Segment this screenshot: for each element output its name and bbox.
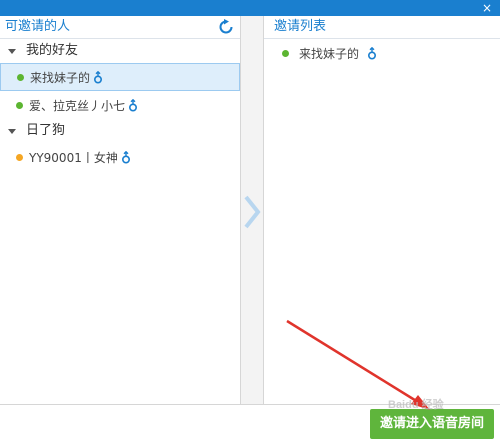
invitable-people-panel: 可邀请的人 我的好友 来找妹子的 爱、拉克丝丿小七 日了狗 YY90001丨女神 [0,16,241,404]
male-icon [94,70,103,84]
contact-row[interactable]: YY90001丨女神 [0,143,240,171]
group-label: 我的好友 [26,43,79,58]
contact-name: 爱、拉克丝丿小七 [29,98,126,113]
online-status-icon [16,101,23,109]
triangle-down-icon [8,49,16,54]
chevron-right-icon[interactable] [243,194,261,230]
contact-name: YY90001丨女神 [29,150,118,165]
invited-contact-row[interactable]: 来找妹子的 [264,39,500,67]
group-label: 日了狗 [26,123,66,138]
panel-header: 邀请列表 [264,16,500,39]
panel-header: 可邀请的人 [0,16,240,39]
panel-title: 邀请列表 [274,19,327,34]
online-status-icon [282,49,289,57]
title-bar: × [0,0,500,16]
contact-row[interactable]: 来找妹子的 [0,63,240,91]
contact-row[interactable]: 爱、拉克丝丿小七 [0,91,240,119]
male-icon [121,150,130,164]
watermark: Baidu 经验 [388,399,444,411]
close-icon[interactable]: × [482,1,492,15]
away-status-icon [16,153,23,161]
group-ri-le-gou[interactable]: 日了狗 [0,119,240,143]
contact-name: 来找妹子的 [299,46,360,61]
online-status-icon [17,73,24,81]
refresh-icon[interactable] [218,19,234,35]
male-icon [129,98,138,112]
triangle-down-icon [8,129,16,134]
invite-list-panel: 邀请列表 来找妹子的 [264,16,500,404]
panel-title: 可邀请的人 [5,19,71,34]
invite-to-voice-room-button[interactable]: 邀请进入语音房间 [370,409,494,439]
contact-name: 来找妹子的 [30,70,91,85]
transfer-strip [241,16,264,404]
group-my-friends[interactable]: 我的好友 [0,39,240,63]
male-icon [368,46,377,60]
